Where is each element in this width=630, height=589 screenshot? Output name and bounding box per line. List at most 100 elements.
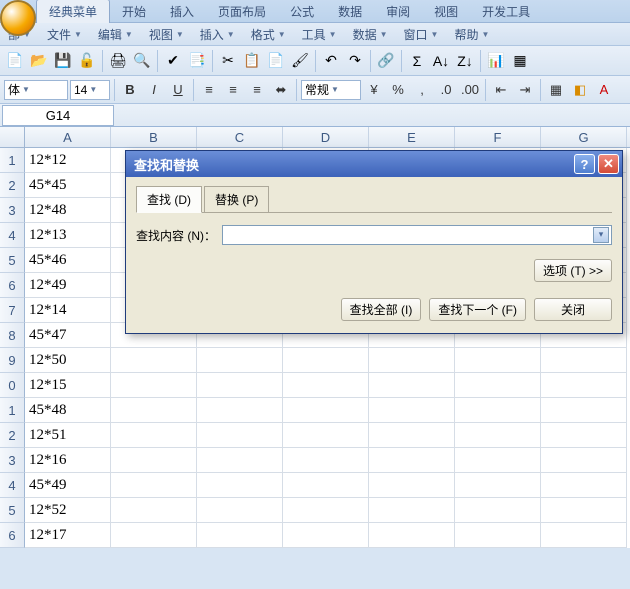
- office-button[interactable]: [0, 0, 36, 36]
- cell[interactable]: 12*13: [25, 223, 111, 248]
- ribbon-tab-home[interactable]: 开始: [110, 0, 158, 23]
- cell[interactable]: [283, 373, 369, 398]
- cell[interactable]: [455, 448, 541, 473]
- options-button[interactable]: 选项 (T) >>: [534, 259, 612, 282]
- row-header[interactable]: 6: [0, 523, 25, 548]
- dialog-titlebar[interactable]: 查找和替换 ? ✕: [126, 151, 622, 177]
- cell[interactable]: [283, 523, 369, 548]
- row-header[interactable]: 2: [0, 173, 25, 198]
- cell[interactable]: [369, 348, 455, 373]
- col-header-a[interactable]: A: [25, 127, 111, 147]
- cell[interactable]: [111, 498, 197, 523]
- ribbon-tab-classic[interactable]: 经典菜单: [36, 0, 110, 23]
- cell[interactable]: [369, 523, 455, 548]
- indent-dec-icon[interactable]: ⇤: [490, 79, 512, 101]
- row-header[interactable]: 4: [0, 473, 25, 498]
- cell[interactable]: [197, 523, 283, 548]
- cell[interactable]: [111, 373, 197, 398]
- cell[interactable]: [541, 348, 627, 373]
- col-header-b[interactable]: B: [111, 127, 197, 147]
- print-icon[interactable]: 🖨: [107, 50, 129, 72]
- align-left-icon[interactable]: ≡: [198, 79, 220, 101]
- align-center-icon[interactable]: ≡: [222, 79, 244, 101]
- cell[interactable]: [541, 498, 627, 523]
- cell[interactable]: [455, 473, 541, 498]
- cell[interactable]: 12*12: [25, 148, 111, 173]
- cell[interactable]: [369, 448, 455, 473]
- cell[interactable]: 12*48: [25, 198, 111, 223]
- cell[interactable]: [283, 423, 369, 448]
- spell-icon[interactable]: ✔: [162, 50, 184, 72]
- row-header[interactable]: 1: [0, 148, 25, 173]
- underline-button[interactable]: U: [167, 79, 189, 101]
- ribbon-tab-formula[interactable]: 公式: [278, 0, 326, 23]
- cell[interactable]: 12*17: [25, 523, 111, 548]
- menu-format[interactable]: 格式▼: [243, 24, 294, 45]
- col-header-c[interactable]: C: [197, 127, 283, 147]
- cell[interactable]: [197, 398, 283, 423]
- cell[interactable]: 45*45: [25, 173, 111, 198]
- cell[interactable]: [283, 473, 369, 498]
- cell[interactable]: [197, 373, 283, 398]
- cell[interactable]: [197, 473, 283, 498]
- row-header[interactable]: 7: [0, 298, 25, 323]
- fill-color-icon[interactable]: ◧: [569, 79, 591, 101]
- row-header[interactable]: 5: [0, 498, 25, 523]
- menu-edit[interactable]: 编辑▼: [90, 24, 141, 45]
- open-icon[interactable]: 📂: [28, 50, 50, 72]
- comma-icon[interactable]: ,: [411, 79, 433, 101]
- indent-inc-icon[interactable]: ⇥: [514, 79, 536, 101]
- col-header-e[interactable]: E: [369, 127, 455, 147]
- cell[interactable]: [369, 498, 455, 523]
- number-format-combo[interactable]: 常规▼: [301, 80, 361, 100]
- dialog-close-button[interactable]: ✕: [598, 154, 619, 174]
- cell[interactable]: 45*49: [25, 473, 111, 498]
- sort-desc-icon[interactable]: Z↓: [454, 50, 476, 72]
- cell[interactable]: [197, 348, 283, 373]
- font-color-icon[interactable]: A: [593, 79, 615, 101]
- ribbon-tab-insert[interactable]: 插入: [158, 0, 206, 23]
- dialog-help-button[interactable]: ?: [574, 154, 595, 174]
- research-icon[interactable]: 📑: [186, 50, 208, 72]
- table-icon[interactable]: ▦: [509, 50, 531, 72]
- cell[interactable]: [455, 423, 541, 448]
- cell[interactable]: 12*15: [25, 373, 111, 398]
- cell[interactable]: [111, 523, 197, 548]
- find-next-button[interactable]: 查找下一个 (F): [429, 298, 526, 321]
- copy-icon[interactable]: 📋: [241, 50, 263, 72]
- cell[interactable]: [541, 423, 627, 448]
- bold-button[interactable]: B: [119, 79, 141, 101]
- percent-icon[interactable]: %: [387, 79, 409, 101]
- ribbon-tab-view[interactable]: 视图: [422, 0, 470, 23]
- cell[interactable]: [111, 398, 197, 423]
- permission-icon[interactable]: 🔓: [76, 50, 98, 72]
- tab-find[interactable]: 查找 (D): [136, 186, 202, 213]
- cell[interactable]: [111, 348, 197, 373]
- sort-asc-icon[interactable]: A↓: [430, 50, 452, 72]
- cell[interactable]: [197, 448, 283, 473]
- row-header[interactable]: 4: [0, 223, 25, 248]
- col-header-d[interactable]: D: [283, 127, 369, 147]
- ribbon-tab-layout[interactable]: 页面布局: [206, 0, 278, 23]
- cell[interactable]: 12*49: [25, 273, 111, 298]
- cell[interactable]: [283, 348, 369, 373]
- ribbon-tab-data[interactable]: 数据: [326, 0, 374, 23]
- cell[interactable]: [541, 523, 627, 548]
- cut-icon[interactable]: ✂: [217, 50, 239, 72]
- cell[interactable]: [455, 498, 541, 523]
- row-header[interactable]: 1: [0, 398, 25, 423]
- cell[interactable]: [455, 523, 541, 548]
- redo-icon[interactable]: ↷: [344, 50, 366, 72]
- ribbon-tab-dev[interactable]: 开发工具: [470, 0, 542, 23]
- italic-button[interactable]: I: [143, 79, 165, 101]
- cell[interactable]: [283, 398, 369, 423]
- new-icon[interactable]: 📄: [4, 50, 26, 72]
- menu-tools[interactable]: 工具▼: [294, 24, 345, 45]
- currency-icon[interactable]: ¥: [363, 79, 385, 101]
- cell[interactable]: 12*52: [25, 498, 111, 523]
- cell[interactable]: [541, 398, 627, 423]
- font-name-combo[interactable]: 体▼: [4, 80, 68, 100]
- row-header[interactable]: 0: [0, 373, 25, 398]
- undo-icon[interactable]: ↶: [320, 50, 342, 72]
- dec-decimal-icon[interactable]: .00: [459, 79, 481, 101]
